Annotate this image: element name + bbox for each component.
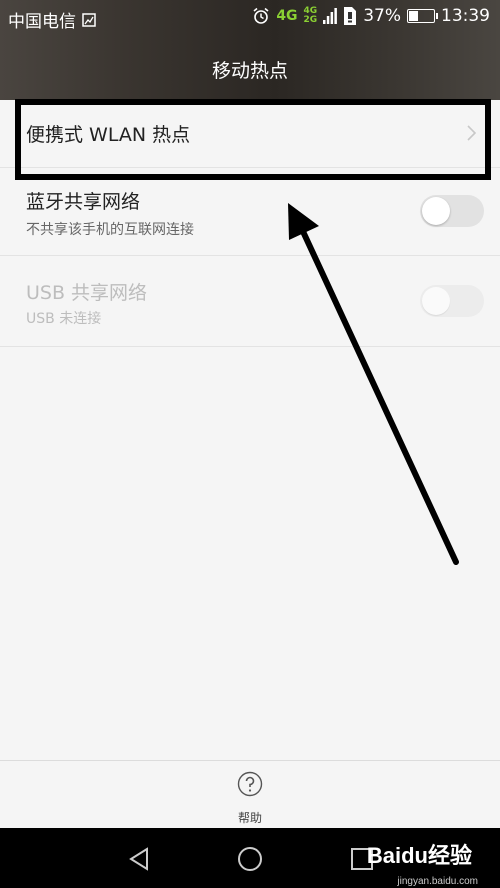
signal-icon [323,8,338,24]
bottom-action-bar: 帮助 [0,760,500,829]
help-label: 帮助 [237,811,262,825]
page-title: 移动热点 [211,60,288,82]
toggle-knob [422,197,450,225]
navigation-bar: Baidu经验 jingyan.baidu.com [0,828,500,888]
usb-tethering-subtitle: USB 未连接 [26,311,102,327]
sim-card-icon [344,7,357,25]
watermark-url: jingyan.baidu.com [397,876,478,887]
usb-tethering-item: USB 共享网络 USB 未连接 [0,256,500,347]
header: 中国电信 4G 4G 2G 37% 13:39 移动热点 [0,0,500,100]
help-icon [237,771,263,797]
bluetooth-tethering-toggle[interactable] [420,195,484,227]
network-4g-label: 4G [276,8,298,24]
image-notification-icon [82,12,96,27]
baidu-watermark: Baidu经验 [366,843,472,868]
clock: 13:39 [441,6,490,26]
alarm-icon [253,7,269,24]
back-icon[interactable] [125,844,155,874]
battery-icon [407,9,438,23]
status-bar: 中国电信 4G 4G 2G 37% 13:39 [0,0,500,36]
bluetooth-tethering-item[interactable]: 蓝牙共享网络 不共享该手机的互联网连接 [0,167,500,256]
network-type-stack: 4G 2G [304,7,318,25]
annotation-highlight-box [15,99,491,180]
bluetooth-tethering-label: 蓝牙共享网络 [26,191,141,213]
home-icon[interactable] [235,844,265,874]
bluetooth-tethering-subtitle: 不共享该手机的互联网连接 [26,222,194,238]
battery-percent: 37% [363,6,401,26]
carrier-label: 中国电信 [8,12,76,32]
usb-tethering-toggle [420,285,484,317]
network-stack-bottom: 2G [303,15,318,25]
help-button[interactable]: 帮助 [225,771,275,827]
usb-tethering-label: USB 共享网络 [26,282,148,304]
toggle-knob [422,287,450,315]
